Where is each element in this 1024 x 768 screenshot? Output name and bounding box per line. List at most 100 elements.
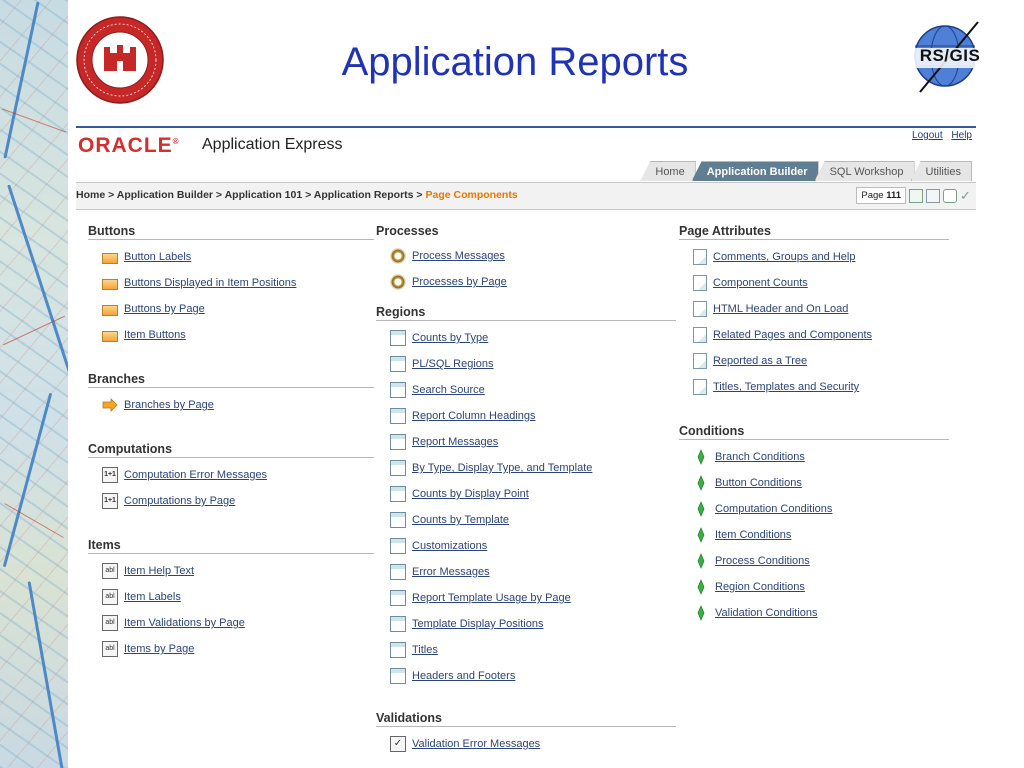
breadcrumb-path[interactable]: Home > Application Builder > Application… bbox=[76, 189, 425, 201]
report-link[interactable]: Buttons by Page bbox=[124, 303, 205, 315]
report-link[interactable]: Computation Conditions bbox=[715, 503, 832, 515]
report-link[interactable]: Branch Conditions bbox=[715, 451, 805, 463]
list-item[interactable]: Report Template Usage by Page bbox=[376, 585, 676, 611]
report-link[interactable]: Validation Error Messages bbox=[412, 738, 540, 750]
gear-icon bbox=[390, 274, 406, 290]
edit-page-icon[interactable] bbox=[926, 188, 940, 203]
report-link[interactable]: Validation Conditions bbox=[715, 607, 818, 619]
list-item[interactable]: abl Item Labels bbox=[88, 584, 374, 610]
list-item[interactable]: Validation Conditions bbox=[679, 600, 949, 626]
list-item[interactable]: 1+1 Computation Error Messages bbox=[88, 462, 374, 488]
report-link[interactable]: Error Messages bbox=[412, 566, 490, 578]
list-item[interactable]: ✓ Validation Error Messages bbox=[376, 731, 676, 757]
report-link[interactable]: Item Labels bbox=[124, 591, 181, 603]
list-item[interactable]: Processes by Page bbox=[376, 269, 676, 295]
list-item[interactable]: Titles bbox=[376, 637, 676, 663]
page-nav-icon[interactable] bbox=[909, 188, 923, 203]
tab-application-builder[interactable]: Application Builder bbox=[691, 161, 819, 181]
list-item[interactable]: Computation Conditions bbox=[679, 496, 949, 522]
report-link[interactable]: Counts by Type bbox=[412, 332, 488, 344]
list-item[interactable]: Counts by Type bbox=[376, 325, 676, 351]
list-item[interactable]: Related Pages and Components bbox=[679, 322, 949, 348]
comment-icon[interactable] bbox=[943, 188, 957, 203]
list-item[interactable]: By Type, Display Type, and Template bbox=[376, 455, 676, 481]
list-item[interactable]: Buttons by Page bbox=[88, 296, 374, 322]
list-item[interactable]: Branch Conditions bbox=[679, 444, 949, 470]
list-item[interactable]: Template Display Positions bbox=[376, 611, 676, 637]
report-link[interactable]: Item Validations by Page bbox=[124, 617, 245, 629]
list-item[interactable]: Component Counts bbox=[679, 270, 949, 296]
list-item[interactable]: Headers and Footers bbox=[376, 663, 676, 689]
list-item[interactable]: Counts by Display Point bbox=[376, 481, 676, 507]
report-link[interactable]: Buttons Displayed in Item Positions bbox=[124, 277, 296, 289]
list-item[interactable]: Counts by Template bbox=[376, 507, 676, 533]
list-item[interactable]: HTML Header and On Load bbox=[679, 296, 949, 322]
report-link[interactable]: Related Pages and Components bbox=[713, 329, 872, 341]
report-link[interactable]: Button Labels bbox=[124, 251, 191, 263]
report-link[interactable]: Customizations bbox=[412, 540, 487, 552]
report-link[interactable]: Computation Error Messages bbox=[124, 469, 267, 481]
top-links: Logout Help bbox=[906, 130, 972, 141]
list-item[interactable]: Reported as a Tree bbox=[679, 348, 949, 374]
page-number-box[interactable]: Page 111 bbox=[856, 187, 906, 204]
list-item[interactable]: Error Messages bbox=[376, 559, 676, 585]
report-link[interactable]: Process Conditions bbox=[715, 555, 810, 567]
list-item[interactable]: Region Conditions bbox=[679, 574, 949, 600]
condition-icon bbox=[697, 605, 705, 621]
report-link[interactable]: PL/SQL Regions bbox=[412, 358, 494, 370]
list-item[interactable]: Report Column Headings bbox=[376, 403, 676, 429]
report-link[interactable]: Report Template Usage by Page bbox=[412, 592, 571, 604]
tab-sql-workshop[interactable]: SQL Workshop bbox=[814, 161, 915, 181]
list-item[interactable]: Item Buttons bbox=[88, 322, 374, 348]
report-link[interactable]: Branches by Page bbox=[124, 399, 214, 411]
list-item[interactable]: Branches by Page bbox=[88, 392, 374, 418]
list-item[interactable]: Process Messages bbox=[376, 243, 676, 269]
report-link[interactable]: HTML Header and On Load bbox=[713, 303, 848, 315]
report-link[interactable]: Component Counts bbox=[713, 277, 808, 289]
list-item[interactable]: 1+1 Computations by Page bbox=[88, 488, 374, 514]
list-item[interactable]: Process Conditions bbox=[679, 548, 949, 574]
check-icon[interactable]: ✓ bbox=[960, 188, 974, 203]
report-link[interactable]: Titles, Templates and Security bbox=[713, 381, 859, 393]
report-link[interactable]: Reported as a Tree bbox=[713, 355, 807, 367]
list-item[interactable]: Buttons Displayed in Item Positions bbox=[88, 270, 374, 296]
report-link[interactable]: Region Conditions bbox=[715, 581, 805, 593]
list-item[interactable]: Customizations bbox=[376, 533, 676, 559]
report-link[interactable]: Counts by Display Point bbox=[412, 488, 529, 500]
report-link[interactable]: Comments, Groups and Help bbox=[713, 251, 855, 263]
list-item[interactable]: Item Conditions bbox=[679, 522, 949, 548]
report-link[interactable]: Headers and Footers bbox=[412, 670, 515, 682]
region-icon bbox=[390, 330, 406, 346]
logout-link[interactable]: Logout bbox=[912, 130, 943, 141]
report-link[interactable]: Item Conditions bbox=[715, 529, 791, 541]
report-link[interactable]: By Type, Display Type, and Template bbox=[412, 462, 592, 474]
list-item[interactable]: Report Messages bbox=[376, 429, 676, 455]
list-item[interactable]: Search Source bbox=[376, 377, 676, 403]
list-item[interactable]: Titles, Templates and Security bbox=[679, 374, 949, 400]
report-link[interactable]: Process Messages bbox=[412, 250, 505, 262]
page-icon bbox=[693, 301, 707, 317]
report-link[interactable]: Computations by Page bbox=[124, 495, 235, 507]
report-link[interactable]: Item Buttons bbox=[124, 329, 186, 341]
list-item[interactable]: Button Labels bbox=[88, 244, 374, 270]
report-link[interactable]: Titles bbox=[412, 644, 438, 656]
report-link[interactable]: Button Conditions bbox=[715, 477, 802, 489]
report-link[interactable]: Template Display Positions bbox=[412, 618, 543, 630]
report-link[interactable]: Report Column Headings bbox=[412, 410, 536, 422]
list-item[interactable]: abl Items by Page bbox=[88, 636, 374, 662]
report-link[interactable]: Processes by Page bbox=[412, 276, 507, 288]
report-link[interactable]: Items by Page bbox=[124, 643, 194, 655]
tab-home[interactable]: Home bbox=[640, 161, 696, 181]
list-item[interactable]: abl Item Help Text bbox=[88, 558, 374, 584]
report-link[interactable]: Counts by Template bbox=[412, 514, 509, 526]
list-item[interactable]: PL/SQL Regions bbox=[376, 351, 676, 377]
tab-utilities[interactable]: Utilities bbox=[910, 161, 972, 181]
help-link[interactable]: Help bbox=[951, 130, 972, 141]
report-link[interactable]: Item Help Text bbox=[124, 565, 194, 577]
list-item[interactable]: abl Item Validations by Page bbox=[88, 610, 374, 636]
army-cerl-seal-logo bbox=[75, 15, 165, 105]
list-item[interactable]: Comments, Groups and Help bbox=[679, 244, 949, 270]
list-item[interactable]: Button Conditions bbox=[679, 470, 949, 496]
report-link[interactable]: Search Source bbox=[412, 384, 485, 396]
report-link[interactable]: Report Messages bbox=[412, 436, 498, 448]
